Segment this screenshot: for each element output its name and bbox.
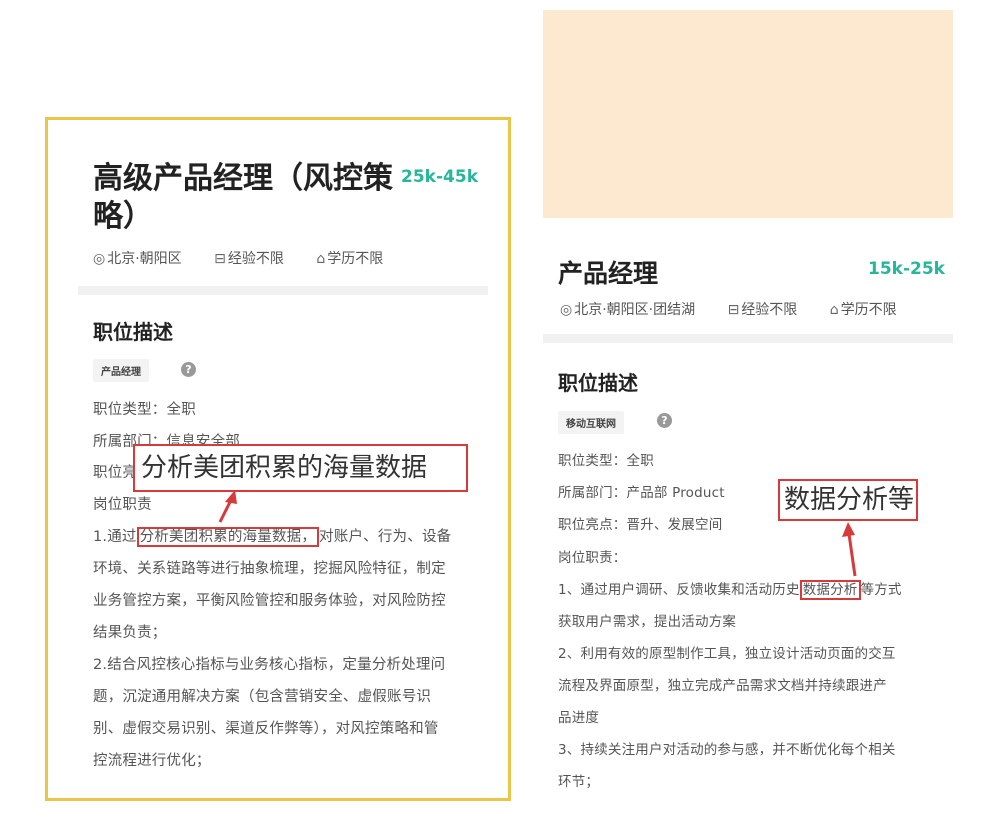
duty-text: 等方式 — [860, 582, 902, 598]
zoom-callout: 数据分析等 — [778, 479, 918, 521]
job-meta: ◎ 北京·朝阳区·团结湖 ⊟ 经验不限 ⌂ 学历不限 — [560, 299, 925, 319]
education-text: 学历不限 — [840, 302, 897, 318]
divider — [78, 286, 488, 295]
duty-line: 环境、关系链路等进行抽象梳理，挖掘风险特征，制定 — [93, 561, 446, 577]
education-text: 学历不限 — [327, 251, 384, 267]
location-pin-icon: ◎ — [560, 302, 573, 318]
job-meta: ◎ 北京·朝阳区 ⊟ 经验不限 ⌂ 学历不限 — [93, 248, 411, 268]
duty-line: 业务管控方案，平衡风险管控和服务体验，对风险防控 — [93, 593, 446, 609]
highlighted-phrase: 分析美团积累的海量数据， — [136, 527, 320, 547]
arrow-icon — [218, 490, 237, 523]
duty-line: 环节； — [558, 774, 600, 790]
divider — [543, 334, 953, 343]
section-title: 职位描述 — [558, 371, 638, 395]
help-circle-icon[interactable]: ? — [657, 413, 672, 428]
duties-heading: 岗位职责 — [93, 497, 152, 513]
graduation-cap-icon: ⌂ — [316, 251, 326, 267]
banner-image — [543, 10, 953, 218]
location-pin-icon: ◎ — [93, 251, 106, 267]
duty-line: 获取用户需求，提出活动方案 — [558, 614, 737, 630]
location-text: 北京·朝阳区·团结湖 — [574, 302, 696, 318]
duty-line: 品进度 — [558, 710, 600, 726]
job-highlights: 职位亮点：晋升、发展空间 — [558, 517, 723, 533]
help-circle-icon[interactable]: ? — [181, 362, 196, 377]
job-type: 职位类型：全职 — [558, 453, 654, 469]
duty-line: 2、利用有效的原型制作工具，独立设计活动页面的交互 — [558, 646, 896, 662]
salary-range: 15k-25k — [868, 259, 945, 279]
duty-line: 题，沉淀通用解决方案（包含营销安全、虚假账号识 — [93, 689, 432, 705]
duty-line: 控流程进行优化； — [93, 753, 211, 769]
job-department: 所属部门：产品部 Product — [558, 485, 725, 501]
duty-line: 流程及界面原型，独立完成产品需求文档并持续跟进产 — [558, 678, 887, 694]
job-type: 职位类型：全职 — [93, 402, 196, 418]
experience-text: 经验不限 — [741, 302, 798, 318]
location-text: 北京·朝阳区 — [107, 251, 182, 267]
duty-text: 1、通过用户调研、反馈收集和活动历史 — [558, 582, 800, 598]
duties-heading: 岗位职责： — [558, 550, 627, 566]
briefcase-icon: ⊟ — [727, 302, 740, 318]
job-tag[interactable]: 移动互联网 — [558, 411, 624, 434]
duty-line: 1、通过用户调研、反馈收集和活动历史 数据分析 等方式 — [558, 578, 902, 600]
job-title: 高级产品经理（风控策略） — [93, 161, 393, 234]
duty-line: 别、虚假交易识别、渠道反作弊等），对风控策略和管 — [93, 721, 439, 737]
arrow-icon — [842, 522, 857, 577]
job-highlights: 职位亮 — [93, 465, 138, 481]
duty-text: 对账户、行为、设备 — [319, 529, 452, 545]
experience-text: 经验不限 — [227, 251, 284, 267]
job-tag[interactable]: 产品经理 — [93, 359, 149, 382]
section-title: 职位描述 — [93, 320, 173, 344]
graduation-cap-icon: ⌂ — [829, 302, 839, 318]
duty-line: 结果负责； — [93, 625, 167, 641]
job-title: 产品经理 — [558, 259, 659, 288]
highlighted-phrase: 数据分析 — [799, 580, 861, 600]
zoom-callout: 分析美团积累的海量数据 — [133, 444, 468, 492]
duty-text: 1.通过 — [93, 529, 137, 545]
salary-range: 25k-45k — [401, 167, 478, 187]
duty-line: 3、持续关注用户对活动的参与感，并不断优化每个相关 — [558, 742, 896, 758]
briefcase-icon: ⊟ — [214, 251, 226, 267]
duty-line: 1.通过 分析美团积累的海量数据， 对账户、行为、设备 — [93, 525, 452, 547]
duty-line: 2.结合风控核心指标与业务核心指标，定量分析处理问 — [93, 657, 446, 673]
